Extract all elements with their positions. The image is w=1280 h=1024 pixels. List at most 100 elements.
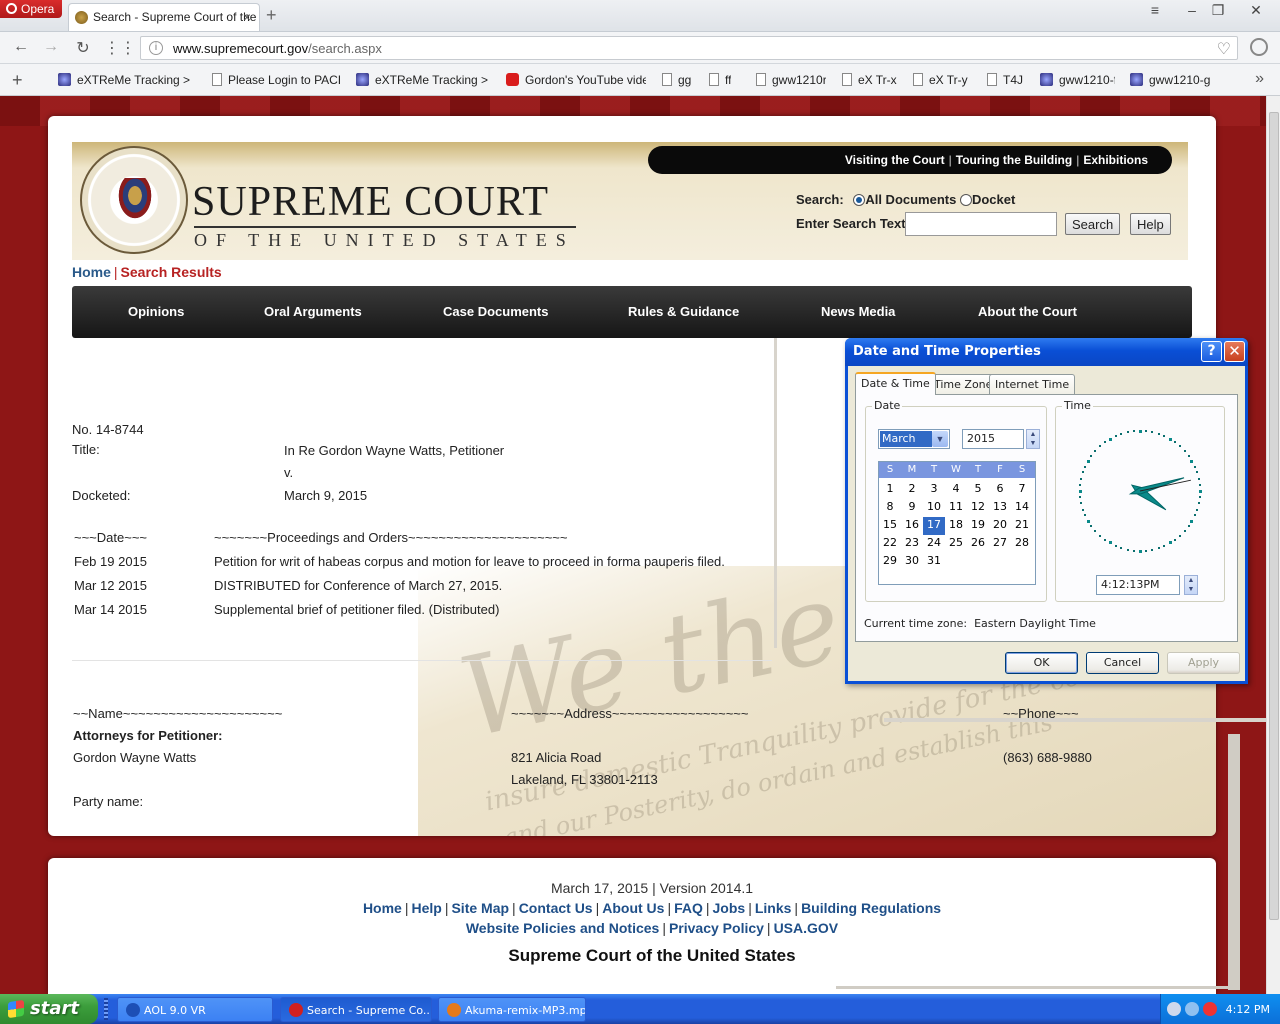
calendar-day[interactable]: 22 <box>879 535 901 553</box>
calendar-day[interactable]: 25 <box>945 535 967 553</box>
bookmark-item[interactable]: eX Tr-y <box>913 73 968 87</box>
calendar-day[interactable]: 30 <box>901 553 923 571</box>
ok-button[interactable]: OK <box>1005 652 1078 674</box>
footer-link[interactable]: FAQ <box>674 900 703 916</box>
bookmarks-more-icon[interactable]: » <box>1255 70 1264 88</box>
exhibitions-link[interactable]: Exhibitions <box>1083 153 1148 167</box>
close-window-button[interactable]: ✕ <box>1244 2 1268 19</box>
nav-opinions[interactable]: Opinions <box>128 304 184 319</box>
calendar-day[interactable]: 18 <box>945 517 967 535</box>
bookmark-item[interactable]: gww1210-f <box>1040 73 1115 87</box>
calendar-day[interactable]: 28 <box>1011 535 1033 553</box>
taskbar-task[interactable]: Search - Supreme Co... <box>280 997 432 1022</box>
bookmark-item[interactable]: gww1210r <box>756 73 826 87</box>
tray-network-icon[interactable] <box>1185 1002 1199 1016</box>
calendar-day[interactable]: 9 <box>901 499 923 517</box>
footer-link[interactable]: Help <box>411 900 441 916</box>
year-field[interactable]: 2015 <box>962 429 1024 449</box>
touring-link[interactable]: Touring the Building <box>956 153 1072 167</box>
calendar-day[interactable]: 12 <box>967 499 989 517</box>
footer-link[interactable]: Privacy Policy <box>669 920 764 936</box>
bookmark-item[interactable]: Please Login to PACER <box>212 73 340 87</box>
search-input[interactable] <box>905 212 1057 236</box>
forward-arrow-icon[interactable]: → <box>40 38 62 56</box>
calendar-day[interactable]: 6 <box>989 481 1011 499</box>
nav-news-media[interactable]: News Media <box>821 304 895 319</box>
tab-internet-time[interactable]: Internet Time <box>989 374 1076 394</box>
page-scrollbar[interactable] <box>1266 96 1280 994</box>
maximize-button[interactable]: ❐ <box>1206 2 1230 19</box>
calendar-day[interactable]: 10 <box>923 499 945 517</box>
calendar-day[interactable]: 19 <box>967 517 989 535</box>
bookmark-item[interactable]: eX Tr-x <box>842 73 897 87</box>
time-spinner[interactable]: ▲ ▼ <box>1184 575 1198 595</box>
start-button[interactable]: start <box>0 994 98 1024</box>
bookmark-heart-icon[interactable]: ♡ <box>1217 39 1231 59</box>
help-question-icon[interactable]: ? <box>1201 341 1222 362</box>
reload-icon[interactable]: ↻ <box>72 38 94 58</box>
calendar-day[interactable]: 7 <box>1011 481 1033 499</box>
calendar-day[interactable]: 4 <box>945 481 967 499</box>
calendar-day[interactable]: 27 <box>989 535 1011 553</box>
url-input[interactable]: i www.supremecourt.gov/search.aspx ♡ <box>140 36 1238 60</box>
calendar-day[interactable]: 11 <box>945 499 967 517</box>
minimize-button[interactable]: – <box>1180 2 1204 18</box>
bookmark-item[interactable]: Gordon's YouTube vide <box>506 73 646 87</box>
calendar-day[interactable]: 23 <box>901 535 923 553</box>
time-field[interactable]: 4:12:13PM <box>1096 575 1180 595</box>
nav-oral-arguments[interactable]: Oral Arguments <box>264 304 362 319</box>
bookmark-item[interactable]: ff <box>709 73 731 87</box>
chevron-down-icon[interactable]: ▼ <box>932 431 948 447</box>
calendar-day[interactable]: 21 <box>1011 517 1033 535</box>
new-tab-button[interactable]: + <box>266 5 277 26</box>
help-button[interactable]: Help <box>1130 213 1171 235</box>
tray-back-icon[interactable] <box>1167 1002 1181 1016</box>
breadcrumb-home[interactable]: Home <box>72 264 111 280</box>
calendar-day[interactable]: 17 <box>923 517 945 535</box>
apply-button[interactable]: Apply <box>1167 652 1240 674</box>
footer-link[interactable]: Website Policies and Notices <box>466 920 659 936</box>
bookmark-item[interactable]: T4J <box>987 73 1023 87</box>
bookmark-item[interactable]: gg <box>662 73 691 87</box>
nav-case-documents[interactable]: Case Documents <box>443 304 548 319</box>
nav-about-court[interactable]: About the Court <box>978 304 1077 319</box>
calendar-day[interactable]: 20 <box>989 517 1011 535</box>
calendar-day[interactable]: 29 <box>879 553 901 571</box>
calendar-day[interactable]: 15 <box>879 517 901 535</box>
nav-rules-guidance[interactable]: Rules & Guidance <box>628 304 739 319</box>
taskbar-grip[interactable] <box>104 998 108 1020</box>
bookmark-item[interactable]: eXTReMe Tracking > gw <box>356 73 491 87</box>
footer-link[interactable]: Site Map <box>451 900 509 916</box>
month-select[interactable]: March ▼ <box>878 429 950 449</box>
speed-dial-grid-icon[interactable]: ⋮⋮ <box>104 38 136 58</box>
tab-date-time[interactable]: Date & Time <box>855 372 936 395</box>
footer-link[interactable]: Building Regulations <box>801 900 941 916</box>
visiting-link[interactable]: Visiting the Court <box>845 153 945 167</box>
tab-menu-icon[interactable]: ≡ <box>1143 2 1167 18</box>
footer-link[interactable]: Jobs <box>713 900 746 916</box>
calendar-day[interactable]: 16 <box>901 517 923 535</box>
docket-radio[interactable] <box>959 194 972 206</box>
calendar-day[interactable]: 24 <box>923 535 945 553</box>
tab-time-zone[interactable]: Time Zone <box>928 374 999 394</box>
account-icon[interactable] <box>1250 38 1268 56</box>
calendar-day[interactable]: 3 <box>923 481 945 499</box>
site-info-icon[interactable]: i <box>149 41 163 55</box>
all-documents-radio[interactable] <box>853 194 866 206</box>
footer-link[interactable]: About Us <box>602 900 664 916</box>
bookmark-item[interactable]: eXTReMe Tracking > gw <box>58 73 193 87</box>
cancel-button[interactable]: Cancel <box>1086 652 1159 674</box>
calendar-day[interactable]: 31 <box>923 553 945 571</box>
calendar-day[interactable]: 13 <box>989 499 1011 517</box>
calendar-day[interactable]: 8 <box>879 499 901 517</box>
calendar-day[interactable]: 2 <box>901 481 923 499</box>
dialog-titlebar[interactable]: Date and Time Properties ? ✕ <box>845 338 1248 366</box>
calendar-day[interactable]: 1 <box>879 481 901 499</box>
bookmark-item[interactable]: gww1210-g <box>1130 73 1210 87</box>
footer-link[interactable]: Links <box>755 900 792 916</box>
opera-menu-button[interactable]: Opera <box>0 0 62 18</box>
calendar-day[interactable]: 14 <box>1011 499 1033 517</box>
footer-link[interactable]: USA.GOV <box>774 920 839 936</box>
tray-alert-icon[interactable] <box>1203 1002 1217 1016</box>
back-arrow-icon[interactable]: ← <box>10 38 32 56</box>
